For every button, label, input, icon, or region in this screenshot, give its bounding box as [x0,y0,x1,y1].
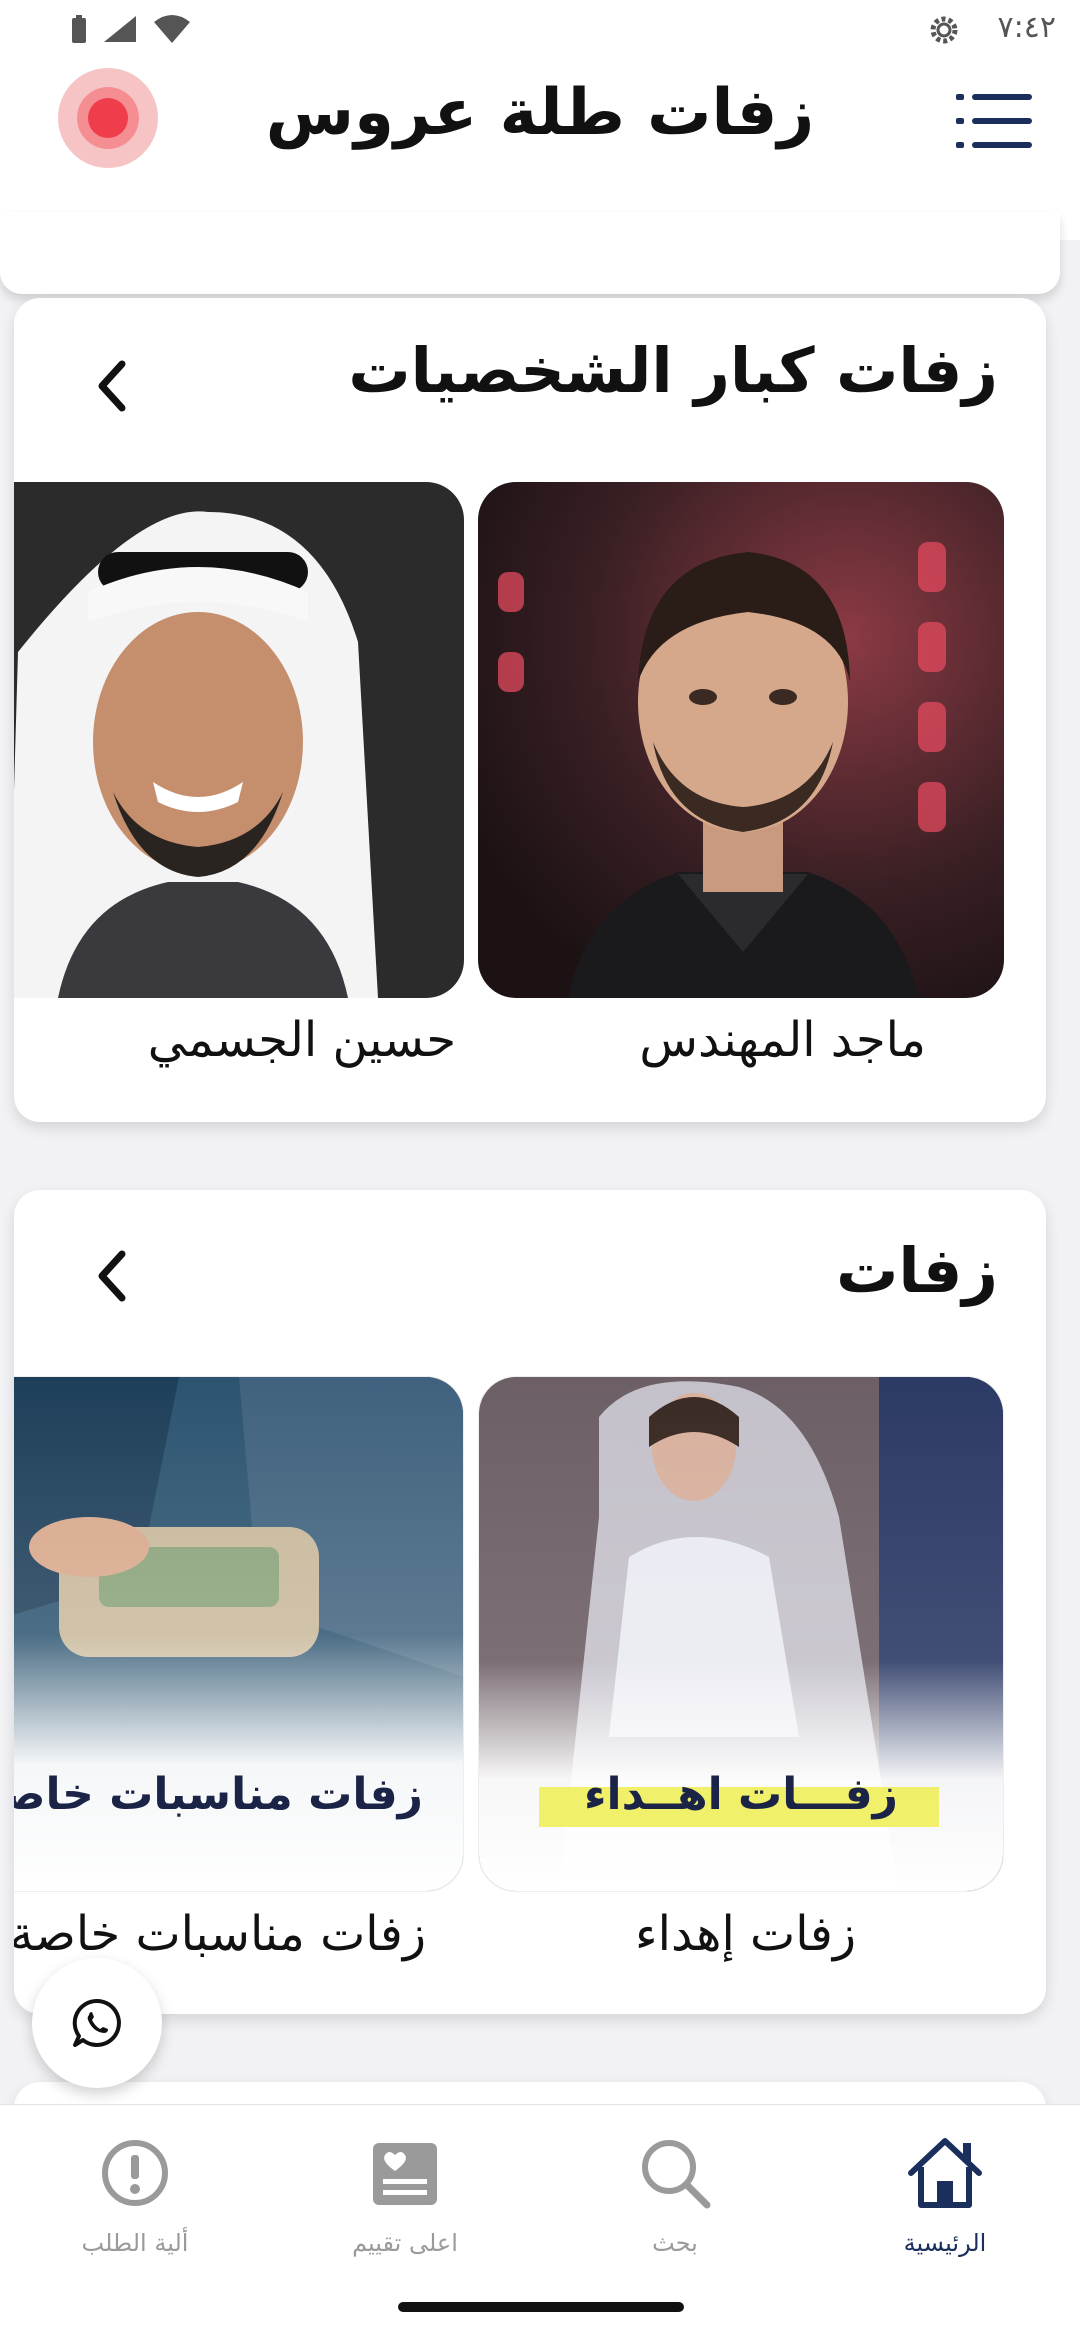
status-icons [70,14,192,44]
battery-icon [72,15,86,43]
category-thumbnail: زفـــات اهــداء [478,1376,1004,1892]
artist-name: حسين الجسمي [147,1012,456,1068]
search-icon [642,2140,711,2209]
nav-top-rated-label: اعلى تقييم [352,2229,458,2257]
artist-name: ماجد المهندس [639,1012,926,1068]
nav-search-label: بحث [652,2229,698,2257]
section-vip-zaffat: زفات كبار الشخصيات ماجد المهندس حسين الج… [14,298,1046,1122]
category-banner-text: زفات مناسبات خاصة [14,1769,423,1820]
home-icon [908,2138,982,2208]
app-header: زفات طلة عروس [0,62,1080,294]
artist-photo [14,482,464,998]
category-banner-text: زفـــات اهــداء [584,1769,898,1820]
app-screen: ٧:٤٢ زفات طلة عروس زفات كبار الشخصيات ما… [0,0,1080,2340]
status-bar: ٧:٤٢ [0,0,1080,62]
header-card [0,212,1060,294]
chevron-left-icon[interactable] [92,1246,132,1306]
status-time: ٧:٤٢ [997,10,1056,45]
category-card[interactable]: زفات مناسبات خاصة زفات مناسبات خاصة [14,1376,466,1996]
nav-home[interactable]: الرئيسية [810,2127,1080,2307]
top-rated-icon [373,2143,437,2205]
page-title: زفات طلة عروس [265,76,815,150]
nav-order-mechanism-label: ألية الطلب [81,2229,189,2257]
info-icon [102,2140,168,2206]
section-title: زفات كبار الشخصيات [348,334,998,407]
artist-photo [478,482,1004,998]
nav-order-mechanism[interactable]: ألية الطلب [0,2127,270,2307]
artist-card[interactable]: حسين الجسمي [14,482,466,1102]
wifi-icon [154,15,190,43]
chevron-left-icon[interactable] [92,356,132,416]
category-name: زفات إهداء [635,1906,856,1962]
settings-gear-icon [930,16,958,44]
category-card[interactable]: زفـــات اهــداء زفات إهداء [478,1376,1006,1996]
category-thumbnail: زفات مناسبات خاصة [14,1376,464,1892]
nav-top-rated[interactable]: اعلى تقييم [270,2127,540,2307]
whatsapp-icon [72,1998,121,2047]
category-name: زفات مناسبات خاصة [14,1906,426,1962]
home-indicator[interactable] [398,2302,684,2312]
whatsapp-button[interactable] [32,1958,162,2088]
menu-icon[interactable] [956,92,1032,150]
nav-search[interactable]: بحث [540,2127,810,2307]
nav-home-label: الرئيسية [903,2229,987,2257]
artist-card[interactable]: ماجد المهندس [478,482,1006,1102]
signal-icon [104,16,136,42]
section-title: زفات [836,1234,998,1307]
section-zaffat: زفات زفـــات اهــداء زفات إهداء زفات منا… [14,1190,1046,2014]
